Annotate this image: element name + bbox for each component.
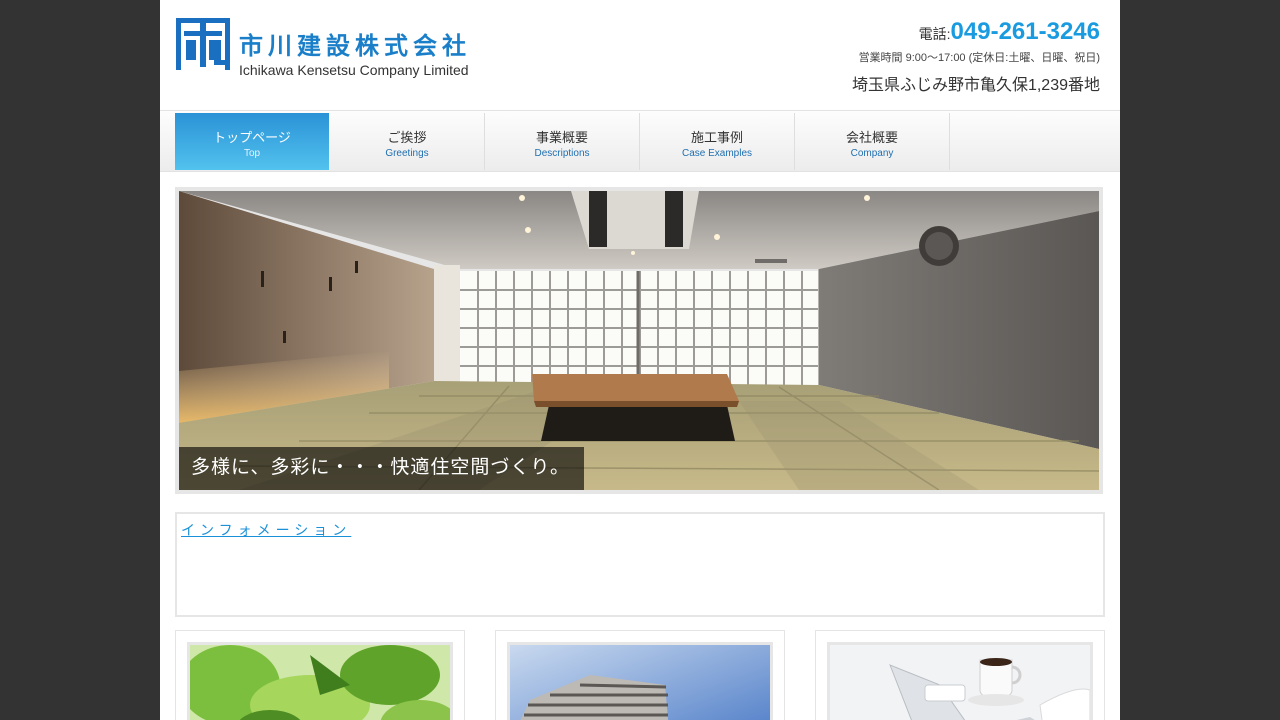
- card-image: [830, 645, 1090, 720]
- business-hours: 営業時間 9:00～17:00 (定休日:土曜、日曜、祝日): [858, 52, 1100, 64]
- nav-item-greetings[interactable]: ご挨拶 Greetings: [330, 113, 485, 170]
- nav-sublabel: Case Examples: [681, 148, 753, 159]
- information-box: インフォメーション: [175, 512, 1105, 617]
- apartment-building-image: [510, 645, 770, 720]
- company-logo-icon[interactable]: [176, 18, 230, 70]
- card-image-frame: [507, 642, 773, 720]
- nav-label: トップページ: [213, 131, 291, 146]
- nav-item-case-examples[interactable]: 施工事例 Case Examples: [640, 113, 795, 170]
- nav-sublabel: Descriptions: [534, 148, 590, 159]
- hero-caption: 多様に、多彩に・・・快適住空間づくり。: [179, 447, 585, 490]
- feature-card-building[interactable]: [495, 630, 785, 720]
- phone-row: 電話:049-261-3246: [852, 18, 1100, 46]
- nav-sublabel: Top: [243, 148, 261, 159]
- maple-leaves-image: [190, 645, 450, 720]
- phone-number[interactable]: 049-261-3246: [951, 18, 1100, 45]
- hero-image: 多様に、多彩に・・・快適住空間づくり。: [179, 191, 1099, 490]
- nav-item-top[interactable]: トップページ Top: [175, 113, 329, 170]
- hero-frame: 多様に、多彩に・・・快適住空間づくり。: [175, 187, 1103, 494]
- nav-label: 事業概要: [535, 131, 588, 146]
- card-image-frame: [187, 642, 453, 720]
- nav-item-company[interactable]: 会社概要 Company: [795, 113, 950, 170]
- feature-card-greenery[interactable]: [175, 630, 465, 720]
- main-nav: トップページ Top ご挨拶 Greetings 事業概要 Descriptio…: [160, 110, 1120, 172]
- nav-sublabel: Company: [850, 148, 894, 159]
- address: 埼玉県ふじみ野市亀久保1,239番地: [851, 77, 1100, 94]
- card-image: [190, 645, 450, 720]
- information-link[interactable]: インフォメーション: [181, 520, 351, 540]
- card-image-frame: [827, 642, 1093, 720]
- japanese-room-illustration: [179, 191, 1099, 490]
- company-name-jp[interactable]: 市川建設株式会社: [239, 26, 471, 61]
- nav-sublabel: Greetings: [385, 148, 429, 159]
- phone-label: 電話:: [918, 26, 951, 42]
- contact-info: 電話:049-261-3246 営業時間 9:00～17:00 (定休日:土曜、…: [852, 18, 1100, 95]
- company-name-en: Ichikawa Kensetsu Company Limited: [239, 62, 469, 78]
- page: 市川建設株式会社 Ichikawa Kensetsu Company Limit…: [160, 0, 1120, 720]
- feature-card-office[interactable]: [815, 630, 1105, 720]
- nav-label: 会社概要: [845, 131, 898, 146]
- card-image: [510, 645, 770, 720]
- nav-label: 施工事例: [690, 131, 743, 146]
- nav-item-descriptions[interactable]: 事業概要 Descriptions: [485, 113, 640, 170]
- nav-label: ご挨拶: [387, 131, 427, 146]
- laptop-coffee-image: [830, 645, 1090, 720]
